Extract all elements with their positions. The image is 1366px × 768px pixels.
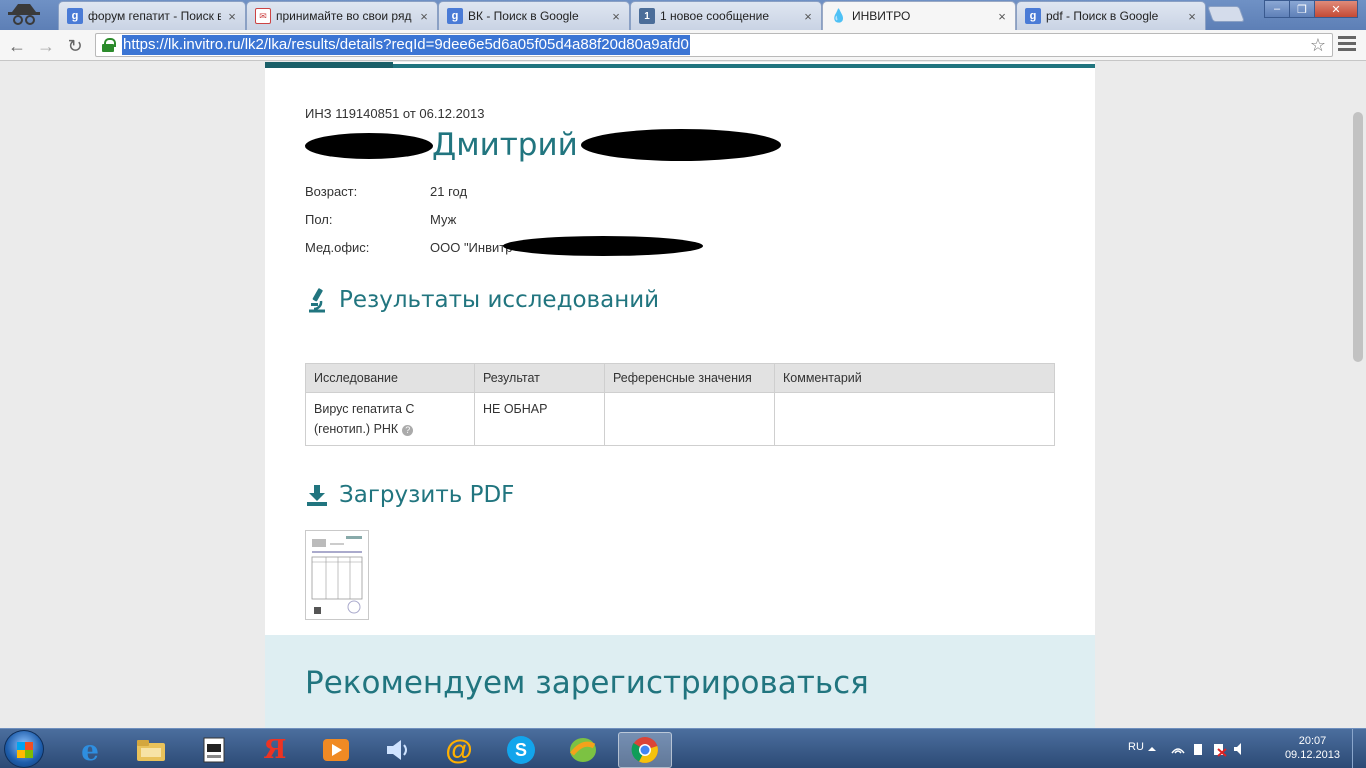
- patient-first-name: Дмитрий: [432, 127, 578, 163]
- tab-label: ВК - Поиск в Google: [468, 9, 579, 23]
- info-value: 21 год: [430, 184, 468, 199]
- google-icon: g: [1025, 8, 1041, 24]
- close-icon[interactable]: ×: [417, 9, 431, 24]
- tab-label: форум гепатит - Поиск в: [88, 9, 221, 23]
- incognito-icon: [4, 0, 44, 26]
- mail-icon: ✉: [255, 8, 271, 24]
- tab-label: ИНВИТРО: [852, 9, 911, 23]
- scrollbar-thumb[interactable]: [1353, 112, 1363, 362]
- vk-icon: 1: [639, 8, 655, 24]
- pdf-thumbnail[interactable]: [305, 530, 369, 620]
- invitro-drop-icon: 💧: [830, 8, 848, 23]
- lock-icon: [102, 38, 116, 52]
- tab-forum-search[interactable]: g форум гепатит - Поиск в ×: [58, 1, 246, 30]
- column-header: Референсные значения: [604, 363, 775, 393]
- volume-app-icon[interactable]: [371, 732, 425, 768]
- info-value: ООО "Инвитр: [430, 240, 513, 255]
- clock-date: 09.12.2013: [1284, 749, 1340, 761]
- start-button[interactable]: [4, 730, 44, 768]
- redaction-scribble: [581, 129, 781, 161]
- reload-button[interactable]: ↻: [64, 35, 86, 57]
- clock-time: 20:07: [1298, 735, 1327, 747]
- download-pdf-link[interactable]: Загрузить PDF: [305, 482, 514, 508]
- download-icon: [305, 482, 329, 508]
- tab-vk-message[interactable]: 1 1 новое сообщение ×: [630, 1, 822, 30]
- results-table: Исследование Результат Референсные значе…: [305, 363, 1055, 446]
- ie-icon[interactable]: e: [63, 732, 117, 768]
- browser-toolbar: ← → ↻ https://lk.invitro.ru/lk2/lka/resu…: [0, 30, 1366, 61]
- table-row: Вирус гепатита С (генотип.) РНК? НЕ ОБНА…: [305, 392, 1055, 446]
- results-page: ИНЗ 119140851 от 06.12.2013 Дмитрий Возр…: [265, 62, 1095, 728]
- url-text[interactable]: https://lk.invitro.ru/lk2/lka/results/de…: [122, 35, 690, 55]
- google-icon: g: [67, 8, 83, 24]
- info-key: Пол:: [305, 212, 333, 227]
- cell-test: Вирус гепатита С (генотип.) РНК?: [305, 392, 475, 446]
- download-pdf-label[interactable]: Загрузить PDF: [339, 482, 514, 508]
- results-title: Результаты исследований: [339, 287, 660, 313]
- test-name-line2-wrap: (генотип.) РНК?: [314, 419, 466, 439]
- language-indicator[interactable]: RU: [1128, 741, 1144, 753]
- browser-titlebar: g форум гепатит - Поиск в × ✉ принимайте…: [0, 0, 1366, 30]
- close-icon[interactable]: ×: [801, 9, 815, 24]
- skype-icon[interactable]: S: [494, 732, 548, 768]
- close-icon[interactable]: ×: [995, 9, 1009, 24]
- help-icon[interactable]: ?: [402, 425, 414, 436]
- tab-vk-search[interactable]: g ВК - Поиск в Google ×: [438, 1, 630, 30]
- explorer-icon[interactable]: [124, 732, 178, 768]
- info-key: Мед.офис:: [305, 240, 370, 255]
- window-controls: – ❐ ✕: [1264, 0, 1358, 18]
- register-title: Рекомендуем зарегистрироваться: [305, 665, 869, 701]
- test-name-line2: (генотип.) РНК: [314, 422, 399, 436]
- yandex-icon[interactable]: Я: [248, 732, 302, 768]
- tab-label: pdf - Поиск в Google: [1046, 9, 1159, 23]
- cell-reference: [604, 392, 775, 446]
- tray-icons[interactable]: [1146, 741, 1246, 757]
- results-heading: Результаты исследований: [305, 287, 659, 313]
- column-header: Исследование: [305, 363, 475, 393]
- column-header: Результат: [474, 363, 605, 393]
- cell-comment: [774, 392, 1055, 446]
- back-button[interactable]: ←: [6, 35, 28, 57]
- bookmark-star-icon[interactable]: ☆: [1310, 35, 1326, 56]
- cell-result: НЕ ОБНАР: [474, 392, 605, 446]
- close-icon[interactable]: ×: [225, 9, 239, 24]
- test-name-line1: Вирус гепатита С: [314, 402, 415, 416]
- redaction-scribble: [305, 133, 433, 159]
- close-icon[interactable]: ×: [1185, 9, 1199, 24]
- new-tab-button[interactable]: [1207, 6, 1245, 22]
- windows-taskbar: e Я @ S RU 20:07 09.12.2013: [0, 728, 1366, 768]
- tab-invitro[interactable]: 💧 ИНВИТРО ×: [822, 1, 1016, 30]
- tab-pdf-search[interactable]: g pdf - Поиск в Google ×: [1016, 1, 1206, 30]
- minimize-button[interactable]: –: [1264, 0, 1290, 18]
- show-desktop-button[interactable]: [1352, 729, 1366, 768]
- info-key: Возраст:: [305, 184, 358, 199]
- forward-button[interactable]: →: [35, 35, 57, 57]
- table-header-row: Исследование Результат Референсные значе…: [305, 363, 1055, 393]
- close-window-button[interactable]: ✕: [1314, 0, 1358, 18]
- info-value: Муж: [430, 212, 457, 227]
- menu-icon[interactable]: [1338, 36, 1356, 54]
- tab-mail[interactable]: ✉ принимайте во свои ряд ×: [246, 1, 438, 30]
- media-player-icon[interactable]: [309, 732, 363, 768]
- active-nav-indicator: [265, 62, 393, 68]
- mail-agent-icon[interactable]: @: [432, 732, 486, 768]
- google-icon: g: [447, 8, 463, 24]
- vertical-scrollbar[interactable]: [1349, 62, 1366, 728]
- address-bar[interactable]: https://lk.invitro.ru/lk2/lka/results/de…: [95, 33, 1333, 57]
- clock[interactable]: 20:07 09.12.2013: [1285, 734, 1340, 762]
- tab-label: принимайте во свои ряд: [276, 9, 412, 23]
- microscope-icon: [305, 287, 329, 313]
- column-header: Комментарий: [774, 363, 1055, 393]
- app-icon[interactable]: [187, 732, 241, 768]
- tab-label: 1 новое сообщение: [660, 9, 770, 23]
- redaction-scribble: [503, 236, 703, 256]
- order-number: ИНЗ 119140851 от 06.12.2013: [305, 106, 485, 121]
- chrome-icon[interactable]: [618, 732, 672, 768]
- maximize-button[interactable]: ❐: [1289, 0, 1315, 18]
- close-icon[interactable]: ×: [609, 9, 623, 24]
- skype-glyph: S: [507, 736, 535, 764]
- register-banner: Рекомендуем зарегистрироваться: [265, 635, 1095, 728]
- app-icon-2[interactable]: [556, 732, 610, 768]
